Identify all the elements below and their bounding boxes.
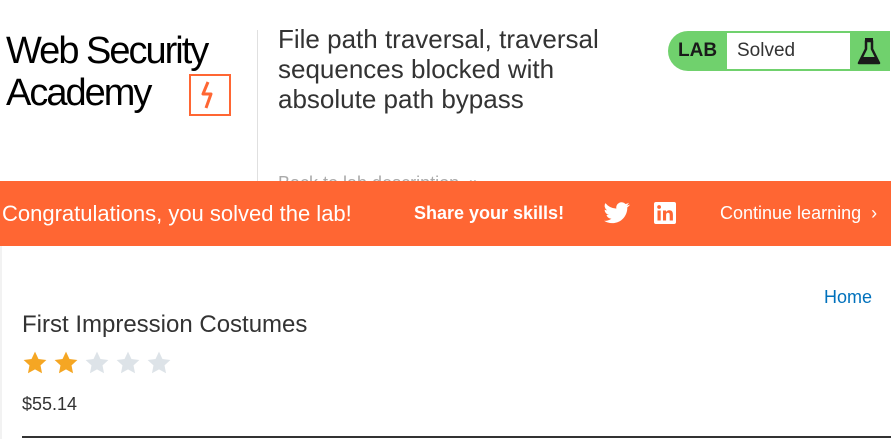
product-price: $55.14 <box>22 394 78 414</box>
logo-text-line2: Academy <box>6 72 152 114</box>
content-divider <box>22 436 891 438</box>
star-icon <box>85 351 109 374</box>
logo-bolt-icon <box>189 74 231 116</box>
product-title: First Impression Costumes <box>22 311 308 338</box>
flask-icon <box>852 33 886 69</box>
lab-status-value-box: Solved <box>727 33 850 69</box>
lab-status-widget: LAB Solved <box>668 31 890 71</box>
continue-learning-text: Continue learning <box>720 203 862 223</box>
star-icon <box>54 351 78 374</box>
congratulations-message: Congratulations, you solved the lab! <box>2 201 352 226</box>
lab-status-value: Solved <box>737 40 796 61</box>
star-icon <box>23 351 47 374</box>
chevron-right-icon: › <box>866 203 878 223</box>
congratulations-banner: Congratulations, you solved the lab! Sha… <box>0 181 891 246</box>
home-link[interactable]: Home <box>824 287 872 308</box>
twitter-icon[interactable] <box>604 202 630 224</box>
lab-title: File path traversal, traversal sequences… <box>278 24 599 114</box>
header-divider <box>257 30 258 195</box>
web-security-academy-logo[interactable]: Web Security Academy <box>6 30 256 120</box>
linkedin-icon[interactable] <box>654 202 676 224</box>
star-icon <box>116 351 140 374</box>
share-skills-label: Share your skills! <box>414 203 565 223</box>
header: Web Security Academy File path traversal… <box>0 0 891 195</box>
star-icon <box>147 351 171 374</box>
lab-status-label: LAB <box>678 40 718 61</box>
logo-text-line1: Web Security <box>6 30 209 72</box>
continue-learning-link[interactable]: Continue learning › <box>720 203 877 224</box>
